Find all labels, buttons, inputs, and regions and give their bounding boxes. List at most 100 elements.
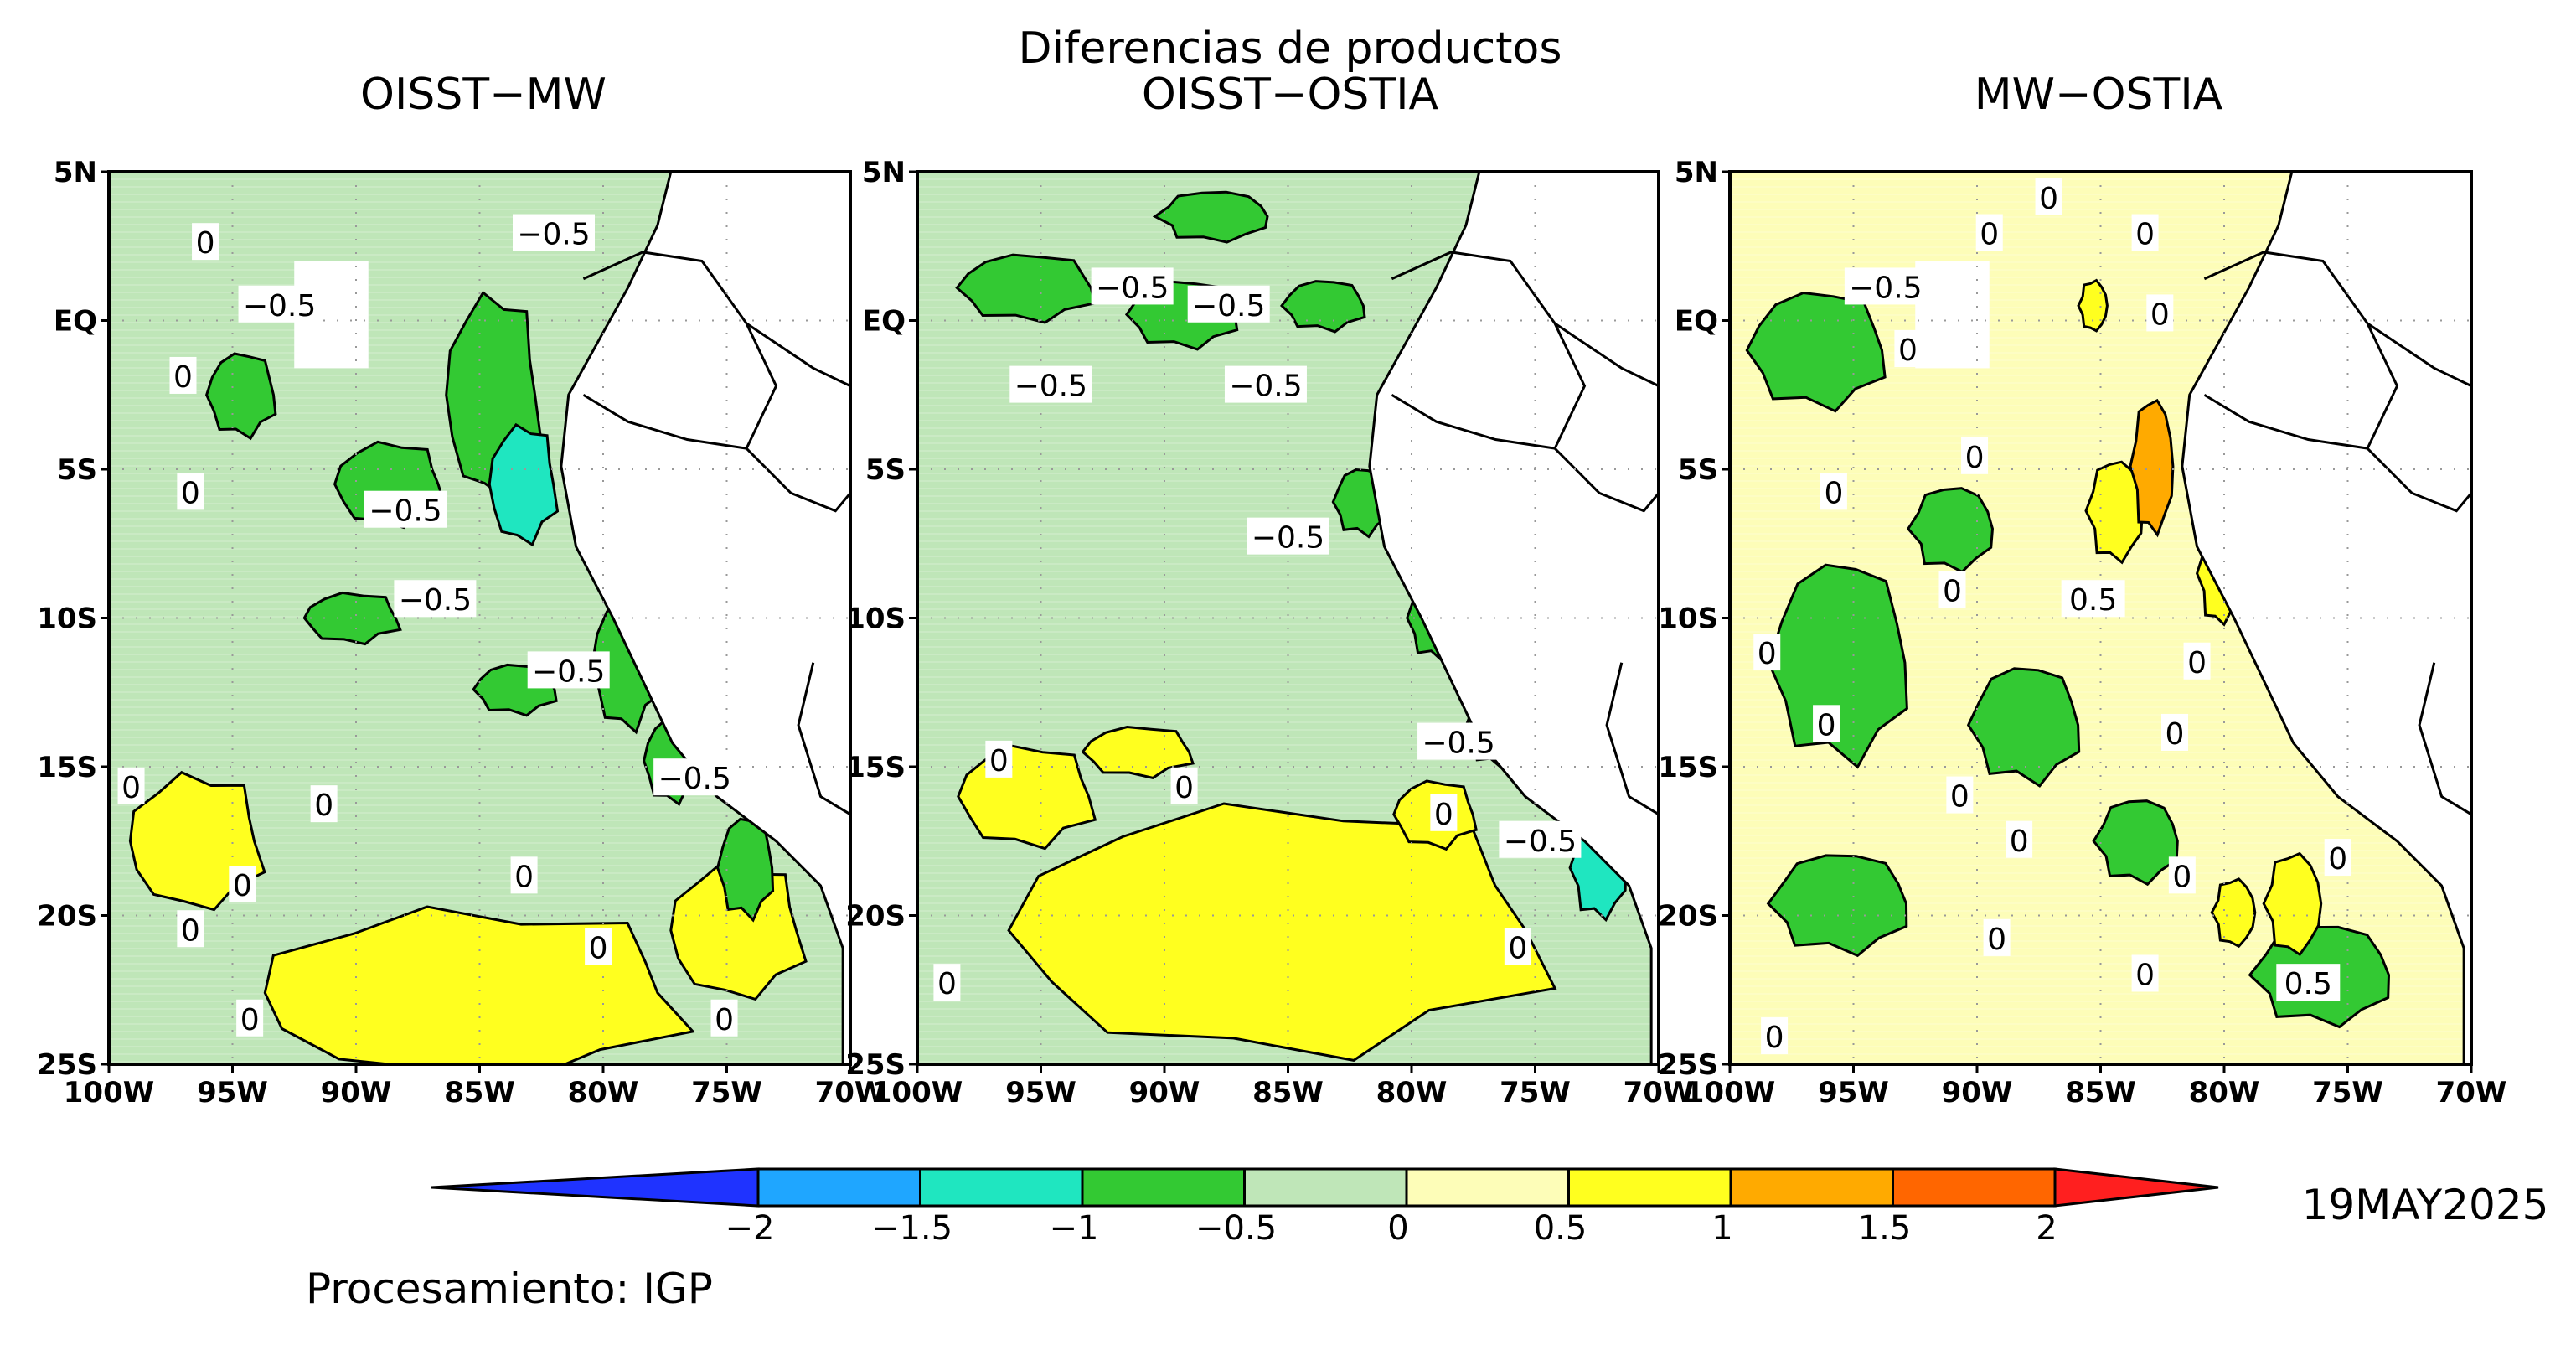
contour-label: 0 [1508,932,1527,966]
y-tick-label: EQ [54,305,97,339]
y-tick-label: 5N [862,156,906,189]
panel-title-mw-ostia: MW−OSTIA [1975,70,2223,120]
date-label: 19MAY2025 [2302,1181,2549,1229]
x-tick-label: 75W [1500,1076,1571,1109]
y-tick-label: 15S [1658,751,1718,784]
contour-label: −0.5 [532,654,605,689]
x-tick-label: 95W [1818,1076,1889,1109]
contour-label: −0.5 [369,494,441,529]
colorbar-segment [1081,1167,1246,1208]
contour-label: −0.5 [517,218,590,252]
contour-label: 0 [989,744,1009,778]
map-panel-mw-ostia: 00 00−0.5000000.5000000000 0.50100W 95W 90W 8… [1658,156,2506,1109]
colorbar-segment [1729,1167,1894,1208]
x-tick-label: 90W [1942,1076,2013,1109]
x-tick-label: 85W [2065,1076,2136,1109]
y-tick-label: 5S [865,453,906,487]
y-tick-label: 25S [845,1048,906,1082]
contour-label: −0.5 [1252,521,1324,556]
y-tick-label: 5N [54,156,97,189]
y-tick-label: 25S [37,1048,97,1082]
y-tick-label: 20S [37,900,97,934]
contour-label: 0 [1898,334,1918,368]
contour-label: −0.5 [1096,271,1169,305]
contour-label: 0 [314,789,333,823]
contour-label: 0 [181,913,200,948]
colorbar-label: 1 [1711,1209,1732,1248]
contour-label: 0 [1987,923,2006,957]
contour-label: 0 [2172,860,2191,894]
y-tick-label: 10S [1658,603,1718,636]
colorbar-segment [756,1167,921,1208]
x-tick-label: 80W [2189,1076,2260,1109]
y-tick-label: 20S [1658,900,1718,934]
colorbar-segment [1892,1167,2057,1208]
colorbar-segment [1243,1167,1408,1208]
x-tick-label: 80W [568,1076,639,1109]
x-tick-label: 95W [197,1076,268,1109]
x-tick-label: 80W [1376,1076,1448,1109]
contour-patch [2077,278,2109,333]
map-panel-oisst-mw: 0 −0.5−0.500−0.5−0.5−0.5−0.5000 0000 0100W 9… [37,156,885,1109]
colorbar-segment [1567,1167,1732,1208]
contour-label: 0 [1824,476,1843,510]
contour-label: −0.5 [1192,289,1265,323]
colorbar-segment [1405,1167,1570,1208]
colorbar-label: −2 [725,1209,775,1248]
contour-label: 0 [1950,780,1969,815]
contour-label: 0 [1817,708,1836,742]
contour-label: 0.5 [2069,583,2117,618]
contour-label: 0 [1943,575,1962,609]
x-tick-label: 85W [1252,1076,1324,1109]
contour-label: 0 [2166,717,2185,752]
map-panel-oisst-ostia: −0.5−0.5−0.5−0.5−0.500−0.50−0.500100W 95W… [845,156,1694,1109]
figure-canvas: Diferencias de productos OISST−MW OISST−… [37,23,2549,1313]
contour-label: 0 [196,226,215,261]
x-tick-label: 70W [2436,1076,2507,1109]
y-tick-label: 5N [1675,156,1718,189]
contour-label: −0.5 [1849,271,1922,305]
contour-label: 0 [240,1003,260,1037]
contour-label: 0 [233,869,252,903]
y-tick-label: 5S [1678,453,1718,487]
y-tick-label: 20S [845,900,906,934]
x-tick-label: 75W [691,1076,762,1109]
contour-label: 0 [1965,441,1985,475]
panel-title-oisst-ostia: OISST−OSTIA [1142,70,1439,120]
y-tick-label: 10S [845,603,906,636]
contour-label: 0 [1765,1021,1784,1055]
colorbar-segment [431,1167,760,1208]
colorbar-label: 0 [1387,1209,1408,1248]
colorbar-label: 1.5 [1858,1209,1912,1248]
colorbar: −2 −1.5 −1 −0.5 0 0.5 1 1.5 2 [431,1167,2219,1248]
contour-label: 0 [2135,959,2155,993]
colorbar-label: −0.5 [1195,1209,1277,1248]
x-tick-label: 75W [2312,1076,2383,1109]
colorbar-label: 0.5 [1534,1209,1587,1248]
contour-label: −0.5 [243,289,316,323]
contour-label: −0.5 [399,583,472,618]
contour-label: 0 [1174,771,1194,805]
y-tick-label: 25S [1658,1048,1718,1082]
y-tick-label: 15S [845,751,906,784]
x-tick-label: 95W [1005,1076,1076,1109]
contour-label: 0 [173,360,193,395]
y-tick-label: EQ [1675,305,1718,339]
contour-label: 0 [715,1003,734,1037]
contour-label: 0.5 [2284,967,2332,1001]
contour-label: 0 [514,860,534,894]
contour-label: 0 [181,476,200,510]
x-tick-label: 90W [321,1076,392,1109]
contour-label: 0 [2135,218,2155,252]
colorbar-label: 2 [2036,1209,2057,1248]
contour-label: 0 [937,967,957,1001]
contour-label: −0.5 [1504,825,1577,859]
contour-label: 0 [2039,182,2058,216]
contour-label: 0 [121,771,141,805]
y-tick-label: EQ [862,305,906,339]
panel-title-oisst-mw: OISST−MW [360,70,607,120]
contour-label: −0.5 [658,762,730,796]
colorbar-segment [2053,1167,2219,1208]
contour-label: 0 [2187,646,2207,680]
contour-label: 0 [589,932,608,966]
